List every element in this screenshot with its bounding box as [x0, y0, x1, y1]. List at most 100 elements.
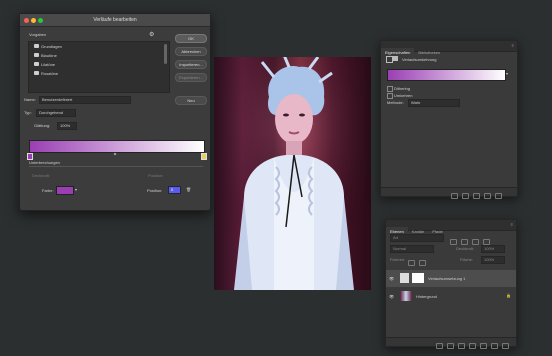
panel-menu-icon[interactable]: ≡ — [511, 222, 513, 227]
import-button[interactable]: Importieren... — [175, 60, 207, 69]
name-input[interactable]: Benutzerdefiniert — [39, 96, 131, 104]
type-select[interactable]: Durchgehend — [36, 109, 76, 117]
opacity-input[interactable]: 100% — [481, 245, 505, 253]
properties-panel: Eigenschaften Bibliotheken ≡ Verlaufsumke… — [380, 40, 518, 199]
folder-icon — [34, 62, 39, 66]
adjustment-thumbnail — [400, 273, 409, 283]
type-filter-icon[interactable] — [472, 239, 479, 245]
layer-type-label: Verlaufsumkehrung — [402, 57, 437, 62]
stops-heading: Unterbrechungen — [29, 160, 60, 165]
preset-folder-label: Grundlagen — [41, 44, 62, 49]
fx-icon[interactable] — [447, 343, 454, 349]
fill-input[interactable]: 100% — [481, 256, 505, 264]
layer-row[interactable]: 👁 Verlaufsumsetzung 1 — [386, 270, 516, 287]
color-stop-right[interactable] — [201, 153, 207, 160]
method-label: Methode: — [387, 100, 404, 105]
lock-icon: 🔒 — [506, 293, 511, 298]
opacity-location-label: Position: — [148, 173, 164, 178]
presets-scrollbar[interactable] — [164, 44, 167, 64]
close-window-icon[interactable] — [24, 17, 29, 23]
new-button[interactable]: Neu — [175, 96, 207, 105]
presets-label: Vorgaben — [29, 32, 47, 37]
chevron-down-icon[interactable]: ▾ — [506, 71, 508, 76]
mask-icon[interactable] — [393, 56, 398, 61]
folder-icon[interactable] — [480, 343, 487, 349]
layer-name[interactable]: Verlaufsumsetzung 1 — [428, 276, 465, 281]
preset-folder-label: Blautöne — [41, 53, 57, 58]
method-select[interactable]: Wahr — [408, 99, 460, 107]
layer-filter-placeholder: Art — [393, 235, 399, 240]
eye-icon[interactable]: 👁 — [389, 276, 394, 281]
panel-menu-icon[interactable]: ≡ — [512, 43, 514, 48]
gradient-bar[interactable] — [29, 140, 205, 153]
mask-icon[interactable] — [458, 343, 465, 349]
color-label: Farbe: — [42, 188, 54, 193]
trash-icon[interactable] — [495, 193, 502, 199]
layer-row[interactable]: 👁 Hintergrund 🔒 — [386, 288, 516, 305]
preset-folder[interactable]: Blautöne — [29, 51, 169, 60]
adjustment-filter-icon[interactable] — [461, 239, 468, 245]
layer-name[interactable]: Hintergrund — [416, 294, 437, 299]
trash-icon[interactable] — [502, 343, 509, 349]
preset-folder-label: Lilatöne — [41, 62, 56, 67]
preset-folder[interactable]: Lilatöne — [29, 60, 169, 69]
position-label: Position: — [147, 188, 163, 193]
gear-icon[interactable]: ⚙ — [149, 31, 154, 38]
pixel-filter-icon[interactable] — [450, 239, 457, 245]
lock-label: Fixieren: — [390, 257, 406, 262]
color-swatch[interactable] — [56, 186, 74, 195]
dither-label: Dithering — [394, 86, 411, 91]
folder-icon — [34, 71, 39, 75]
smoothness-label: Glättung: — [34, 123, 51, 128]
properties-gradient-preview[interactable] — [387, 69, 506, 81]
smoothness-input[interactable]: 100% — [57, 122, 77, 130]
ok-button[interactable]: OK — [175, 34, 207, 43]
name-label: Name: — [24, 97, 36, 102]
midpoint-marker[interactable] — [113, 152, 117, 156]
adjustment-icon[interactable] — [469, 343, 476, 349]
blend-mode-select[interactable]: Normal — [390, 245, 434, 253]
export-button[interactable]: Exportieren... — [175, 73, 207, 82]
link-icon[interactable] — [436, 343, 443, 349]
stops-divider — [29, 166, 203, 167]
preset-folder[interactable]: Grundlagen — [29, 42, 169, 51]
chevron-down-icon[interactable]: ▾ — [75, 187, 77, 192]
eye-icon[interactable] — [462, 193, 469, 199]
layers-panel: Ebenen Kanäle Pfade ≡ Art Normal Deckkraft… — [385, 219, 517, 349]
visibility-icon[interactable] — [484, 193, 491, 199]
properties-footer — [381, 187, 517, 199]
fill-label: Fläche: — [460, 257, 474, 262]
type-value: Durchgehend — [39, 110, 64, 115]
reset-icon[interactable] — [473, 193, 480, 199]
presets-tree[interactable]: Grundlagen Blautöne Lilatöne Rosatöne — [28, 41, 170, 93]
color-stop-left[interactable] — [27, 153, 33, 160]
mask-thumbnail[interactable] — [412, 273, 424, 283]
gradient-editor-dialog: Verläufe bearbeiten Vorgaben ⚙ Grundlage… — [19, 13, 211, 211]
position-input[interactable]: 0 — [168, 186, 181, 194]
properties-tabs: Eigenschaften Bibliotheken ≡ — [381, 41, 517, 58]
layers-tabs: Ebenen Kanäle Pfade ≡ — [386, 220, 516, 237]
type-label: Typ: — [24, 110, 32, 115]
eye-icon[interactable]: 👁 — [389, 294, 394, 299]
filter-icons[interactable] — [448, 234, 508, 245]
lock-position-icon[interactable] — [419, 260, 426, 266]
layers-footer — [386, 337, 516, 349]
adjustment-icon — [386, 56, 393, 63]
photo-thumbnail — [400, 291, 412, 301]
opacity-label: Deckkraft: — [32, 173, 51, 178]
opacity-label: Deckkraft: — [456, 246, 475, 251]
folder-icon — [34, 53, 39, 57]
minimize-window-icon[interactable] — [31, 17, 36, 23]
cancel-button[interactable]: Abbrechen — [175, 47, 207, 56]
new-layer-icon[interactable] — [491, 343, 498, 349]
dither-checkbox[interactable] — [387, 86, 393, 92]
preset-folder[interactable]: Rosatöne — [29, 69, 169, 78]
lock-pixels-icon[interactable] — [408, 260, 415, 266]
zoom-window-icon[interactable] — [38, 17, 43, 23]
trash-icon[interactable]: 🗑 — [186, 187, 191, 192]
lock-icons[interactable] — [406, 255, 436, 284]
layer-filter-select[interactable]: Art — [390, 234, 444, 242]
reverse-checkbox[interactable] — [387, 93, 393, 99]
clip-icon[interactable] — [451, 193, 458, 199]
folder-icon — [34, 44, 39, 48]
